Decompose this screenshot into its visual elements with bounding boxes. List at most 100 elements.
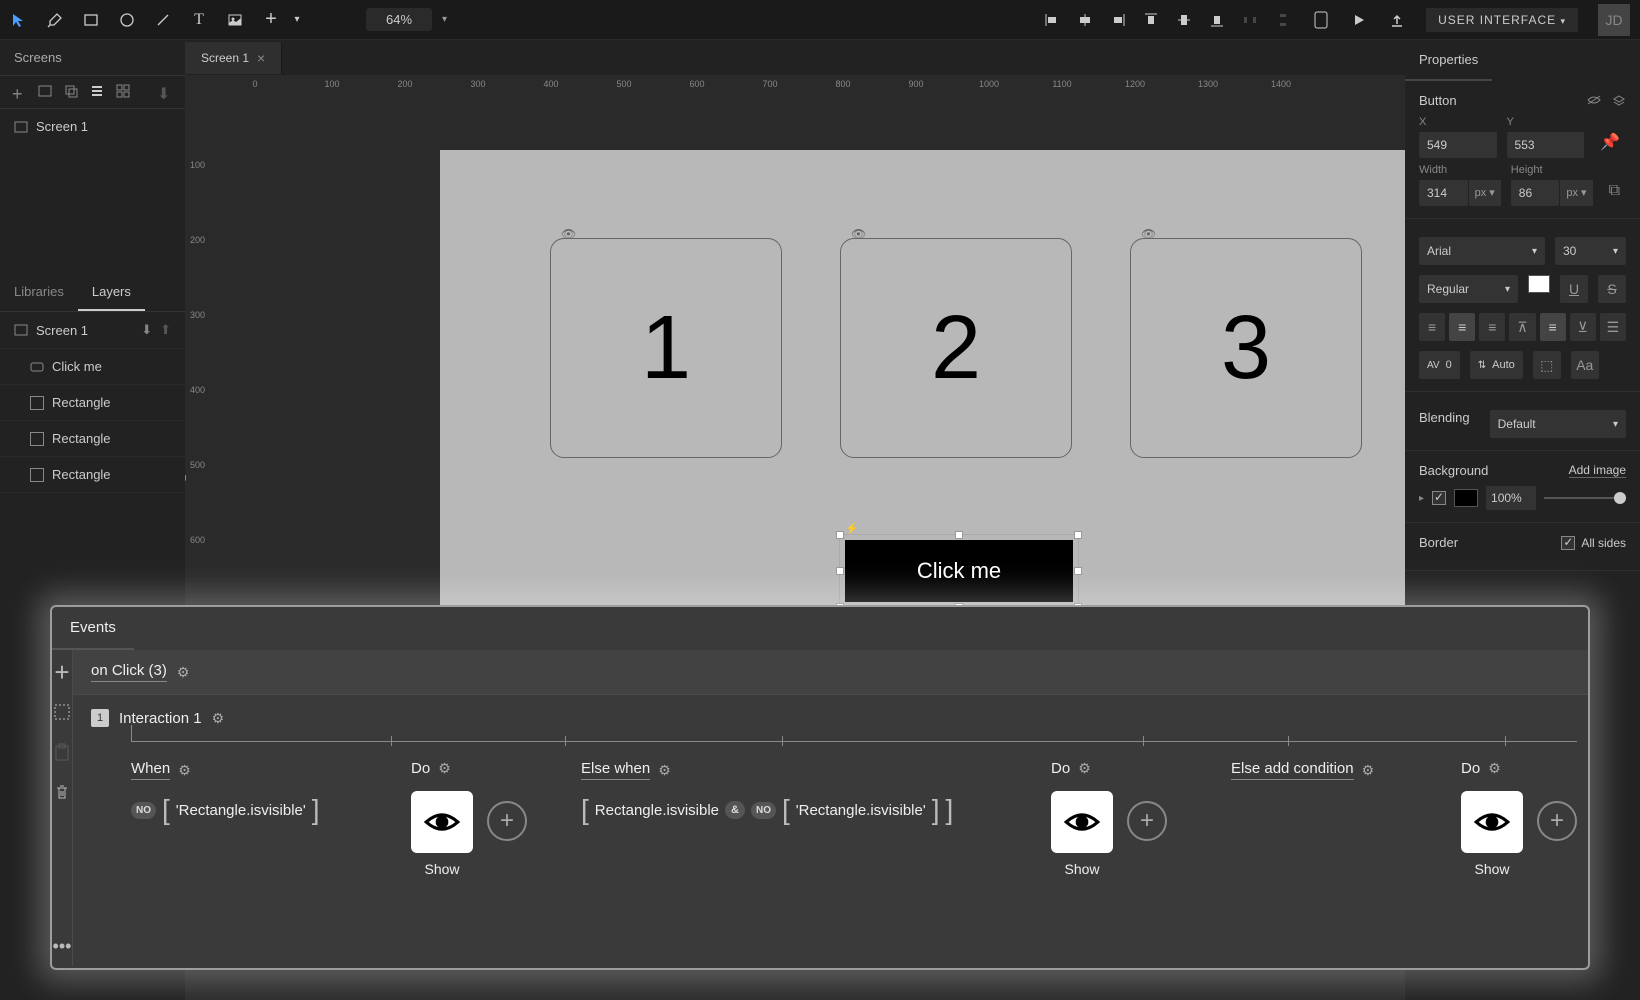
link-dimensions-icon[interactable]: ⧉ <box>1603 176 1626 206</box>
strikethrough-icon[interactable]: S <box>1598 275 1626 303</box>
artboard[interactable]: 👁1 👁2 👁3 ⚡ Click me <box>440 150 1405 650</box>
text-tool-icon[interactable]: T <box>190 11 208 29</box>
pen-tool-icon[interactable] <box>46 11 64 29</box>
interaction-label[interactable]: Interaction 1 <box>119 710 202 727</box>
add-image-link[interactable]: Add image <box>1569 463 1626 478</box>
ellipse-tool-icon[interactable] <box>118 11 136 29</box>
align-right-icon[interactable] <box>1109 11 1127 29</box>
align-center-text-icon[interactable]: ≡ <box>1449 313 1475 341</box>
align-top-icon[interactable] <box>1142 11 1160 29</box>
bg-opacity-slider[interactable] <box>1544 497 1626 499</box>
more-icon[interactable]: ••• <box>52 936 72 956</box>
workspace-dropdown[interactable]: USER INTERFACE ▾ <box>1426 8 1578 32</box>
when-label[interactable]: When <box>131 760 170 780</box>
text-transform-icon[interactable]: Aa <box>1571 351 1599 379</box>
canvas-tab[interactable]: Screen 1 × <box>185 42 282 74</box>
blending-select[interactable]: Default▾ <box>1490 410 1626 438</box>
add-event-icon[interactable]: + <box>52 662 72 682</box>
clipboard-icon[interactable] <box>52 742 72 762</box>
align-center-h-icon[interactable] <box>1076 11 1094 29</box>
x-input[interactable] <box>1419 132 1497 158</box>
bg-opacity-input[interactable] <box>1486 486 1536 510</box>
width-unit[interactable]: px ▾ <box>1468 180 1501 206</box>
align-left-icon[interactable] <box>1043 11 1061 29</box>
screen-item[interactable]: Screen 1 <box>0 109 185 144</box>
layer-screen-header[interactable]: Screen 1 ⬇ ⬆ <box>0 312 185 349</box>
add-screen-icon[interactable]: + <box>12 84 28 100</box>
upload-icon[interactable] <box>1388 11 1406 29</box>
trash-icon[interactable] <box>52 782 72 802</box>
image-tool-icon[interactable] <box>226 11 244 29</box>
layer-rectangle-2[interactable]: Rectangle <box>0 421 185 457</box>
bg-color-swatch[interactable] <box>1454 489 1478 507</box>
rectangle-card-2[interactable]: 👁2 <box>840 238 1072 458</box>
add-caret-icon[interactable]: ▾ <box>288 11 306 29</box>
add-tool-icon[interactable]: + <box>262 11 280 29</box>
grid-view-icon[interactable] <box>116 84 132 100</box>
font-family-select[interactable]: Arial▾ <box>1419 237 1545 265</box>
y-input[interactable] <box>1507 132 1585 158</box>
zoom-level[interactable]: 64% <box>366 8 432 31</box>
add-action-2[interactable]: + <box>1127 801 1167 841</box>
else-when-condition[interactable]: [ Rectangle.isvisible & NO [ 'Rectangle.… <box>581 794 1051 826</box>
else-add-condition-label[interactable]: Else add condition <box>1231 760 1354 780</box>
show-action-3[interactable]: Show <box>1461 791 1523 877</box>
distribute-v-icon[interactable] <box>1274 11 1292 29</box>
list-icon[interactable]: ☰ <box>1600 313 1626 341</box>
rectangle-tool-icon[interactable] <box>82 11 100 29</box>
list-view-icon[interactable] <box>90 84 106 100</box>
width-input[interactable] <box>1419 180 1468 206</box>
duplicate-screen-icon[interactable] <box>64 84 80 100</box>
add-action-3[interactable]: + <box>1537 801 1577 841</box>
show-action-2[interactable]: Show <box>1051 791 1113 877</box>
font-weight-select[interactable]: Regular▾ <box>1419 275 1518 303</box>
align-left-text-icon[interactable]: ≡ <box>1419 313 1445 341</box>
align-middle-icon[interactable] <box>1175 11 1193 29</box>
layer-clickme[interactable]: Click me <box>0 349 185 385</box>
else-settings-icon[interactable]: ⚙ <box>1362 762 1375 779</box>
close-tab-icon[interactable]: × <box>257 50 265 66</box>
align-bottom-icon[interactable] <box>1208 11 1226 29</box>
do2-settings-icon[interactable]: ⚙ <box>1078 760 1091 777</box>
else-when-label[interactable]: Else when <box>581 760 650 780</box>
show-action-1[interactable]: Show <box>411 791 473 877</box>
line-height-input[interactable]: ⇅Auto <box>1470 351 1523 379</box>
do3-settings-icon[interactable]: ⚙ <box>1488 760 1501 777</box>
layer-rectangle-3[interactable]: Rectangle <box>0 457 185 493</box>
pointer-tool-icon[interactable] <box>10 11 28 29</box>
rectangle-card-3[interactable]: 👁3 <box>1130 238 1362 458</box>
align-top-text-icon[interactable]: ⊼ <box>1509 313 1535 341</box>
hide-icon[interactable] <box>1586 94 1602 108</box>
height-input[interactable] <box>1511 180 1560 206</box>
trigger-label[interactable]: on Click (3) <box>91 662 167 682</box>
line-tool-icon[interactable] <box>154 11 172 29</box>
letter-spacing-input[interactable]: AV0 <box>1419 351 1460 379</box>
rectangle-card-1[interactable]: 👁1 <box>550 238 782 458</box>
layer-order-icon[interactable] <box>1612 94 1626 108</box>
download-icon[interactable]: ⬇ <box>157 84 173 100</box>
text-wrap-icon[interactable]: ⬚ <box>1533 351 1561 379</box>
align-right-text-icon[interactable]: ≡ <box>1479 313 1505 341</box>
image-icon[interactable] <box>38 84 54 100</box>
distribute-h-icon[interactable] <box>1241 11 1259 29</box>
do-settings-icon[interactable]: ⚙ <box>438 760 451 777</box>
add-action-1[interactable]: + <box>487 801 527 841</box>
avatar[interactable]: JD <box>1598 4 1630 36</box>
font-size-select[interactable]: 30▾ <box>1555 237 1626 265</box>
select-icon[interactable] <box>52 702 72 722</box>
interaction-settings-icon[interactable]: ⚙ <box>212 710 225 727</box>
align-bottom-text-icon[interactable]: ⊻ <box>1570 313 1596 341</box>
align-middle-text-icon[interactable]: ≡ <box>1540 313 1566 341</box>
elsewhen-settings-icon[interactable]: ⚙ <box>658 762 671 779</box>
layer-rectangle-1[interactable]: Rectangle <box>0 385 185 421</box>
tab-layers[interactable]: Layers <box>78 274 145 311</box>
trigger-settings-icon[interactable]: ⚙ <box>177 664 190 681</box>
when-condition[interactable]: NO [ 'Rectangle.isvisible' ] <box>131 794 411 826</box>
click-me-button[interactable]: Click me <box>845 540 1073 602</box>
collapse-left-icon[interactable]: ◂ <box>185 470 186 484</box>
all-sides-checkbox[interactable] <box>1561 536 1575 550</box>
text-color-swatch[interactable] <box>1528 275 1550 293</box>
zoom-caret-icon[interactable]: ▾ <box>442 14 447 25</box>
play-icon[interactable] <box>1350 11 1368 29</box>
height-unit[interactable]: px ▾ <box>1559 180 1592 206</box>
